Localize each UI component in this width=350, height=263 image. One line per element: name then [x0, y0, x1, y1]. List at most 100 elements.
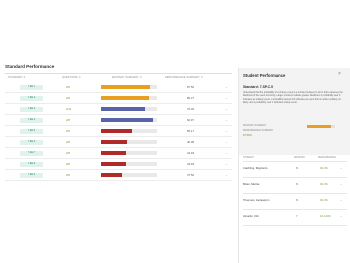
- table-row[interactable]: 7.EE.2 2/8 86.27 →: [5, 93, 232, 104]
- performance-value: 87.50: [187, 85, 194, 90]
- mastery-bar: [101, 107, 157, 111]
- mastery-summary-bar: [307, 124, 335, 128]
- student-row-divider: [243, 193, 347, 194]
- mastery-bar: [101, 151, 157, 155]
- column-header-standard[interactable]: STANDARD⇅: [8, 76, 25, 79]
- mastery-bar: [101, 85, 157, 89]
- close-icon[interactable]: ×: [338, 71, 341, 77]
- right-arrow-icon[interactable]: →: [224, 139, 228, 144]
- mastery-bar-fill: [101, 173, 123, 177]
- student-row[interactable]: Catchling, Rigoberto N 0/1 0% →: [239, 163, 350, 176]
- sort-icon[interactable]: ⇅: [23, 77, 25, 79]
- right-arrow-icon[interactable]: →: [339, 182, 343, 186]
- student-name[interactable]: Thoeman, Jacquelynn: [243, 199, 269, 202]
- student-mastery: N: [296, 183, 298, 186]
- standard-badge[interactable]: 7.EE.6: [20, 140, 43, 145]
- student-name[interactable]: Almarilo, Kirk: [243, 215, 259, 218]
- right-arrow-icon[interactable]: →: [224, 84, 228, 89]
- table-row[interactable]: 7.EE.6 2/8 46.38 →: [5, 137, 232, 148]
- student-row-divider: [243, 209, 347, 210]
- right-arrow-icon[interactable]: →: [224, 95, 228, 100]
- standard-badge[interactable]: 7.EE.3: [20, 107, 43, 112]
- student-row[interactable]: Boles, Marnie N 0/1 0% →: [239, 179, 350, 192]
- column-header-questions[interactable]: QUESTIONS⇅: [62, 76, 81, 79]
- performance-value: 46.38: [187, 140, 194, 145]
- sort-icon[interactable]: ⇅: [201, 77, 203, 79]
- table-row[interactable]: 7.EE.1 2/8 87.50 →: [5, 82, 232, 93]
- performance-summary-value: 87.50%: [243, 134, 252, 137]
- standard-description: Understand that the probability of a cha…: [243, 92, 343, 104]
- standard-badge[interactable]: 7.EE.2: [20, 96, 43, 101]
- performance-column-header[interactable]: PERFORMANCE: [318, 157, 336, 159]
- standard-badge[interactable]: 7.EE.8: [20, 162, 43, 167]
- question-count: 2/8: [66, 96, 70, 101]
- question-count: 2/8: [66, 173, 70, 178]
- performance-value: 44.93: [187, 162, 194, 167]
- question-count: 2/8: [66, 162, 70, 167]
- right-arrow-icon[interactable]: →: [224, 172, 228, 177]
- panel-standard: Standard: 7.SP.C.5: [243, 85, 273, 89]
- student-performance: 0/1 0%: [320, 199, 328, 202]
- performance-summary-label: PERFORMANCE SUMMARY: [243, 130, 274, 132]
- standard-badge[interactable]: 7.EE.4: [20, 118, 43, 123]
- table-row[interactable]: 7.EE.7 2/8 44.93 →: [5, 148, 232, 159]
- mastery-summary-fill: [307, 124, 332, 128]
- standard-badge[interactable]: 7.EE.9: [20, 173, 43, 178]
- mastery-bar-fill: [101, 140, 127, 144]
- mastery-bar: [101, 162, 157, 166]
- mastery-column-header[interactable]: MASTERY: [294, 157, 305, 159]
- table-row[interactable]: 7.EE.3 2/11 76.36 →: [5, 104, 232, 115]
- student-performance: 0/1 0%: [320, 167, 328, 170]
- student-row-divider: [243, 177, 347, 178]
- performance-value: 44.93: [187, 151, 194, 156]
- mastery-bar: [101, 96, 157, 100]
- right-arrow-icon[interactable]: →: [339, 198, 343, 202]
- right-arrow-icon[interactable]: →: [224, 150, 228, 155]
- column-header-performance[interactable]: PERFORMANCE SUMMARY⇅: [165, 76, 203, 79]
- mastery-bar-fill: [101, 118, 153, 122]
- performance-value: 55.17: [187, 129, 194, 134]
- student-name[interactable]: Boles, Marnie: [243, 183, 259, 186]
- mastery-bar-fill: [101, 129, 132, 133]
- right-arrow-icon[interactable]: →: [224, 106, 228, 111]
- standard-badge[interactable]: 7.EE.7: [20, 151, 43, 156]
- mastery-bar: [101, 129, 157, 133]
- right-arrow-icon[interactable]: →: [224, 128, 228, 133]
- student-performance-panel: Student Performance × Standard: 7.SP.C.5…: [238, 68, 350, 263]
- question-count: 2/8: [66, 118, 70, 123]
- panel-title: Student Performance: [243, 73, 286, 78]
- student-mastery: Y: [296, 215, 298, 218]
- right-arrow-icon[interactable]: →: [224, 117, 228, 122]
- student-row[interactable]: Thoeman, Jacquelynn N 0/1 0% →: [239, 195, 350, 208]
- right-arrow-icon[interactable]: →: [339, 166, 343, 170]
- header-divider: [5, 73, 232, 74]
- performance-value: 92.97: [187, 118, 194, 123]
- mastery-bar-fill: [101, 162, 127, 166]
- question-count: 2/8: [66, 85, 70, 90]
- student-row-divider: [243, 225, 347, 226]
- standard-badge[interactable]: 7.EE.5: [20, 129, 43, 134]
- table-row[interactable]: 7.EE.4 2/8 92.97 →: [5, 115, 232, 126]
- right-arrow-icon[interactable]: →: [224, 161, 228, 166]
- table-row[interactable]: 7.EE.8 2/8 44.93 →: [5, 159, 232, 170]
- column-header-mastery[interactable]: MASTERY SUMMARY⇅: [112, 76, 142, 79]
- table-row[interactable]: 7.EE.9 2/8 37.50 →: [5, 170, 232, 181]
- student-column-header[interactable]: STUDENT: [243, 157, 254, 159]
- mastery-bar-fill: [101, 96, 150, 100]
- standard-badge[interactable]: 7.EE.1: [20, 85, 43, 90]
- performance-value: 76.36: [187, 107, 194, 112]
- sort-icon[interactable]: ⇅: [140, 77, 142, 79]
- question-count: 2/8: [66, 140, 70, 145]
- student-name[interactable]: Catchling, Rigoberto: [243, 167, 267, 170]
- mastery-bar: [101, 118, 157, 122]
- sort-icon[interactable]: ⇅: [79, 77, 81, 79]
- right-arrow-icon[interactable]: →: [339, 214, 343, 218]
- mastery-bar-fill: [101, 85, 151, 89]
- performance-value: 37.50: [187, 173, 194, 178]
- student-row[interactable]: Almarilo, Kirk Y 1/1 100% →: [239, 211, 350, 224]
- question-count: 2/11: [66, 107, 72, 112]
- mastery-summary-label: MASTERY SUMMARY: [243, 125, 267, 127]
- table-row[interactable]: 7.EE.5 2/8 55.17 →: [5, 126, 232, 137]
- student-performance: 0/1 0%: [320, 183, 328, 186]
- question-count: 2/8: [66, 129, 70, 134]
